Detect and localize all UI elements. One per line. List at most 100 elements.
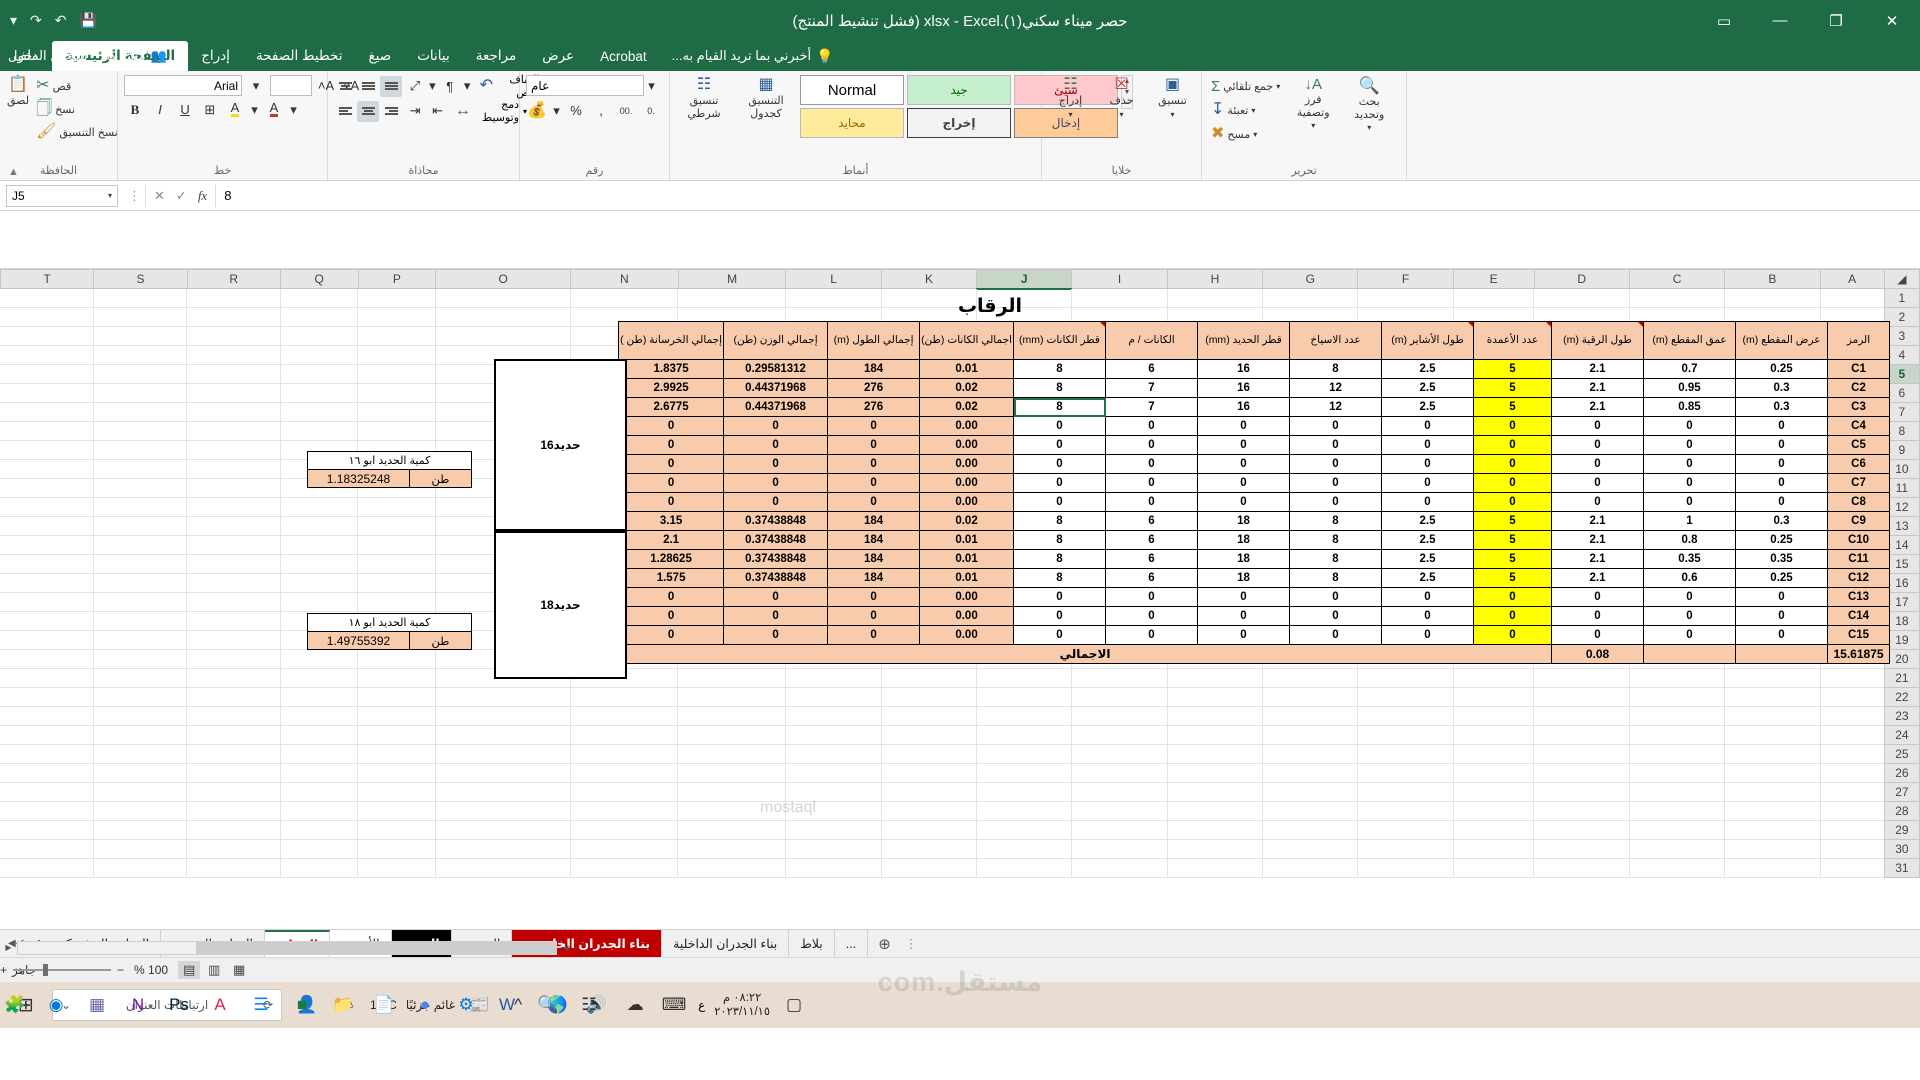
grid-cell[interactable] [0,668,94,688]
grid-cell[interactable] [881,706,977,726]
grid-cell[interactable] [1629,820,1726,840]
grid-cell[interactable] [1820,668,1885,688]
cell-concrete[interactable]: 1.8375 [618,359,725,379]
cell-stirrup_dia[interactable]: 8 [1013,549,1106,569]
delete-cells-button[interactable]: ☒ حذف ▾ [1099,75,1144,121]
cell-stirrups_per_m[interactable]: 6 [1105,568,1198,588]
zoom-level-label[interactable]: 100 % [134,963,168,977]
cell-stirrups_total[interactable]: 0.00 [919,454,1014,474]
column-header-I[interactable]: I [1071,269,1168,289]
cell-weight[interactable]: 0 [723,606,829,626]
row-header-24[interactable]: 24 [1883,725,1920,745]
grid-cell[interactable] [280,307,359,327]
grid-cell[interactable] [1167,668,1263,688]
cell-bar_count[interactable]: 0 [1289,473,1382,493]
grid-cell[interactable] [1262,687,1359,707]
align-left-button[interactable] [380,101,402,122]
cell-neck_len[interactable]: 2.1 [1551,530,1644,550]
fill-color-button[interactable]: A [224,99,246,120]
cell-columns[interactable]: 5 [1473,378,1552,398]
cell-stirrups_per_m[interactable]: 7 [1105,397,1198,417]
cell-stirrups_total[interactable]: 0.00 [919,606,1014,626]
grid-cell[interactable] [976,801,1073,821]
cell-dowel_len[interactable]: 0 [1381,435,1474,455]
grid-cell[interactable] [1533,706,1630,726]
grid-cell[interactable] [357,516,436,536]
table-row[interactable]: C11 0.35 0.35 2.1 5 2.5 8 18 6 8 0.01 184 0.37438848… [618,549,1890,569]
cell-depth[interactable]: 0.35 [1643,549,1736,569]
cell-code[interactable]: C6 [1827,454,1890,474]
grid-cell[interactable] [1262,820,1359,840]
cell-stirrups_total[interactable]: 0.02 [919,397,1014,417]
cell-neck_len[interactable]: 2.1 [1551,549,1644,569]
cell-length[interactable]: 0 [827,454,921,474]
grid-cell[interactable] [186,630,281,650]
grid-cell[interactable] [785,839,882,859]
cell-neck_len[interactable]: 0 [1551,606,1644,626]
grid-cell[interactable] [1820,839,1885,859]
cell-bar_count[interactable]: 0 [1289,454,1382,474]
currency-format-button[interactable]: 💰 [526,100,548,121]
grid-cell[interactable] [357,288,436,308]
cell-depth[interactable]: 0 [1643,473,1736,493]
grid-cell[interactable] [186,763,281,783]
cell-weight[interactable]: 0 [723,454,829,474]
row-header-30[interactable]: 30 [1883,839,1920,859]
grid-cell[interactable] [1262,801,1359,821]
grid-cell[interactable] [1453,839,1535,859]
column-header-R[interactable]: R [186,269,281,289]
data-header-bar_dia[interactable]: قطر الحديد (mm) [1197,321,1290,360]
cell-length[interactable]: 276 [827,378,921,398]
cell-stirrups_total[interactable]: 0.00 [919,587,1014,607]
column-header-N[interactable]: N [569,269,679,289]
grid-cell[interactable] [1820,820,1885,840]
column-header-S[interactable]: S [93,269,188,289]
cell-depth[interactable]: 0.95 [1643,378,1736,398]
grid-cell[interactable] [1724,668,1821,688]
grid-row[interactable]: 31 [0,858,1920,878]
grid-cell[interactable] [976,839,1073,859]
grid-cell[interactable] [1357,763,1454,783]
grid-cell[interactable] [93,440,188,460]
cell-weight[interactable]: 0.37438848 [723,549,829,569]
cell-stirrup_dia[interactable]: 0 [1013,416,1106,436]
row-header-29[interactable]: 29 [1883,820,1920,840]
cell-neck_len[interactable]: 0 [1551,587,1644,607]
word-icon[interactable]: W [492,988,522,1022]
data-header-depth[interactable]: عمق المقطع (m) [1643,321,1736,360]
grid-cell[interactable] [435,801,571,821]
grid-cell[interactable] [976,763,1073,783]
style-good[interactable]: جيد [907,75,1011,105]
tab-insert[interactable]: إدراج [188,41,243,71]
cell-columns[interactable]: 0 [1473,473,1552,493]
font-color-dropdown-icon[interactable]: ▾ [288,99,299,120]
column-header-T[interactable]: T [0,269,95,289]
grid-cell[interactable] [435,839,571,859]
conditional-formatting-button[interactable]: ☷ تنسيق شرطي [676,75,732,122]
grid-cell[interactable] [93,630,188,650]
cell-dowel_len[interactable]: 0 [1381,492,1474,512]
grid-cell[interactable] [93,801,188,821]
cell-stirrup_dia[interactable]: 0 [1013,492,1106,512]
format-cells-button[interactable]: ▣ تنسيق ▾ [1150,75,1195,121]
grid-cell[interactable] [357,345,436,365]
grid-cell[interactable] [1357,706,1454,726]
grid-cell[interactable] [881,858,977,878]
grid-cell[interactable] [186,839,281,859]
grid-cell[interactable] [93,668,188,688]
cell-width[interactable]: 0.3 [1735,397,1828,417]
grid-cell[interactable] [280,687,359,707]
cell-bar_count[interactable]: 0 [1289,492,1382,512]
cell-code[interactable]: C8 [1827,492,1890,512]
table-row[interactable]: C6 0 0 0 0 0 0 0 0 0 0.00 0 0 0 [618,454,1890,474]
cell-neck_len[interactable]: 2.1 [1551,397,1644,417]
column-header-P[interactable]: P [357,269,437,289]
grid-cell[interactable] [1357,687,1454,707]
font-name-input[interactable]: Arial [124,75,242,96]
grid-cell[interactable] [1262,725,1359,745]
cell-code[interactable]: C11 [1827,549,1890,569]
grid-cell[interactable] [1724,725,1821,745]
keyboard-icon[interactable]: ⌨ [659,988,689,1022]
cell-dowel_len[interactable]: 2.5 [1381,397,1474,417]
grid-cell[interactable] [186,326,281,346]
